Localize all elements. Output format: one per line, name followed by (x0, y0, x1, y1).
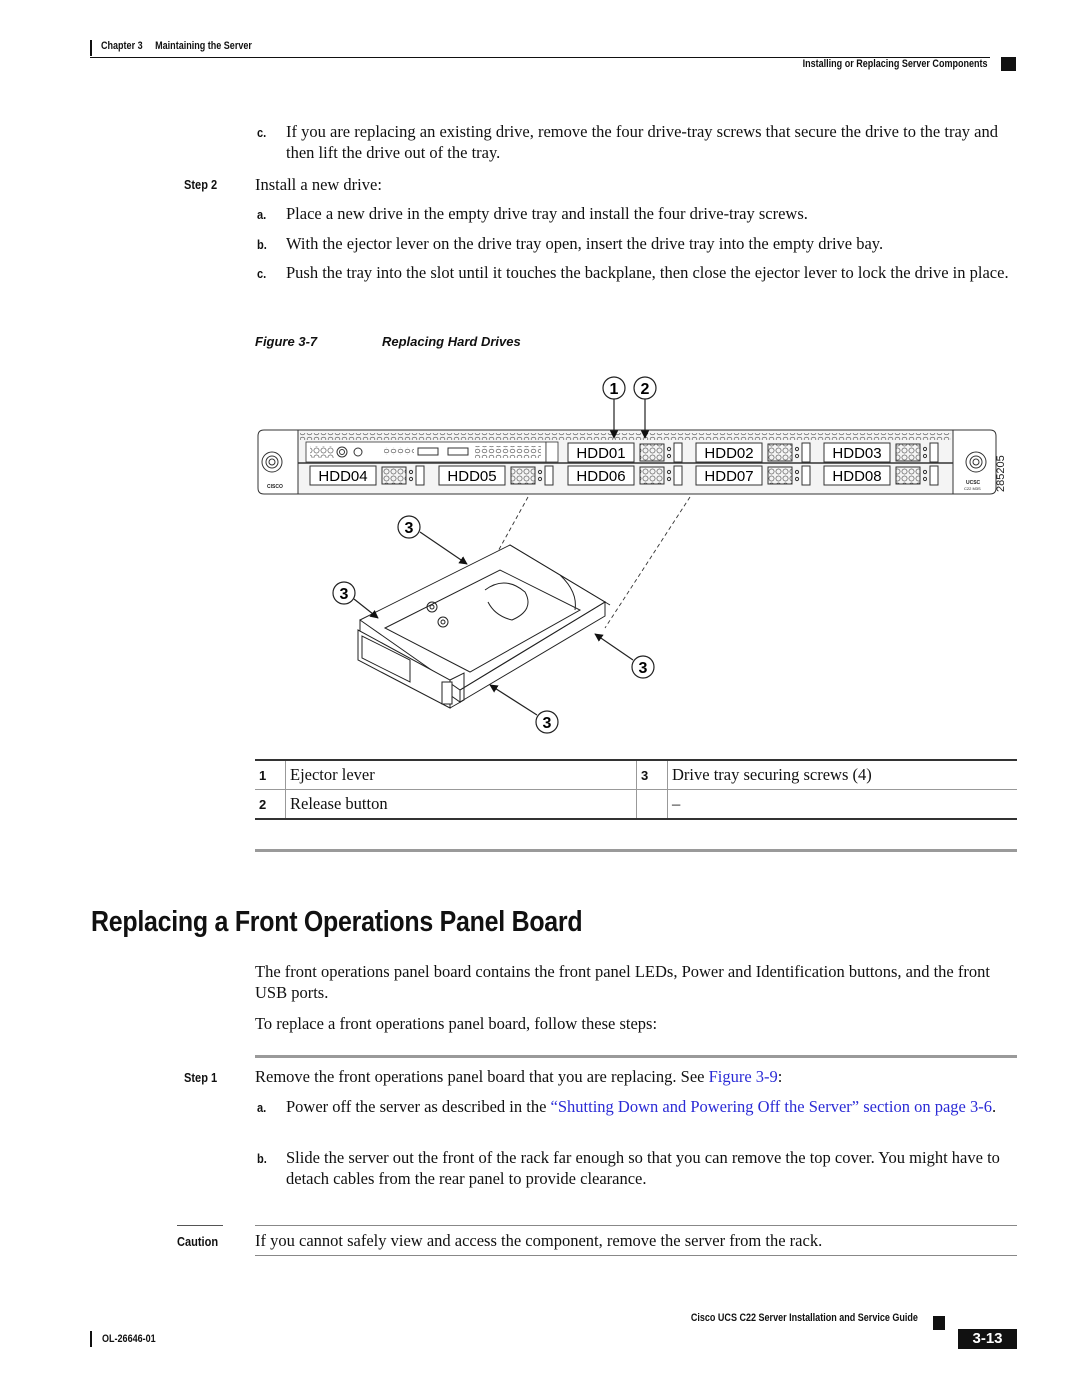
chapter-number: Chapter 3 (101, 40, 143, 52)
caution-label: Caution (177, 1234, 219, 1249)
callout-3b-number: 3 (340, 586, 349, 603)
footer-guide-title: Cisco UCS C22 Server Installation and Se… (690, 1312, 918, 1324)
substep-b-text: With the ejector lever on the drive tray… (286, 234, 884, 253)
substep-c2-text: Push the tray into the slot until it tou… (286, 263, 1009, 282)
callout-3-bottom: 3 (489, 684, 559, 734)
drive-bay-label: HDD07 (704, 468, 753, 485)
legend-description: Drive tray securing screws (4) (667, 759, 1017, 790)
section-intro: The front operations panel board contain… (255, 962, 990, 1002)
shutting-down-section-link[interactable]: “Shutting Down and Powering Off the Serv… (551, 1097, 992, 1116)
step-1-label: Step 1 (184, 1070, 218, 1085)
model-text: C22 M3S (964, 486, 981, 491)
drive-bay-label: HDD06 (576, 468, 625, 485)
callout-3c-number: 3 (639, 660, 648, 677)
callout-2-number: 2 (641, 381, 650, 398)
caution-top-rule (255, 1225, 1017, 1226)
callout-3d-number: 3 (543, 715, 552, 732)
step-1-body: Remove the front operations panel board … (255, 1067, 709, 1086)
header-left-bar (90, 40, 92, 56)
footer-doc-id: OL-26646-01 (102, 1333, 156, 1345)
callout-3-top: 3 (397, 515, 468, 565)
substep-a2-text: Power off the server as described in the… (286, 1096, 1021, 1117)
running-header-section: Installing or Replacing Server Component… (803, 58, 988, 70)
footer-left-bar (90, 1331, 92, 1347)
drive-bay-label: HDD01 (576, 445, 625, 462)
steps-divider (255, 1055, 1017, 1058)
hard-drive-tray-illustration (357, 544, 611, 709)
caution-text: If you cannot safely view and access the… (255, 1231, 823, 1250)
substep-a2-label: a. (257, 1100, 267, 1115)
header-marker (1001, 57, 1016, 71)
legend-number (636, 789, 668, 820)
substep-b-label: b. (257, 237, 267, 252)
legend-row: 1 Ejector lever 3 Drive tray securing sc… (255, 759, 1017, 790)
section-divider (255, 849, 1017, 852)
server-front-panel: HDD01 HDD02 HDD03 HDD04 HDD05 HDD06 HDD07 HDD08 (257, 429, 997, 495)
drive-bay-label: HDD03 (832, 445, 881, 462)
substep-a-text: Place a new drive in the empty drive tra… (286, 204, 808, 223)
legend-number: 3 (636, 759, 668, 790)
substep-c-label: c. (257, 125, 267, 140)
substep-c-text: If you are replacing an existing drive, … (286, 122, 998, 162)
figure-title: Replacing Hard Drives (382, 334, 521, 349)
section-lead: To replace a front operations panel boar… (255, 1014, 658, 1033)
chapter-title: Maintaining the Server (155, 40, 252, 52)
substep-a-label: a. (257, 207, 267, 222)
substep-b2-text: Slide the server out the front of the ra… (286, 1148, 1000, 1188)
drive-bay-label: HDD02 (704, 445, 753, 462)
page-number: 3-13 (958, 1329, 1017, 1349)
step-2-label: Step 2 (184, 177, 218, 192)
drive-bay-label: HDD04 (318, 468, 367, 485)
drive-bay-label: HDD08 (832, 468, 881, 485)
figure-id: 285205 (995, 455, 1007, 492)
legend-description: Release button (285, 789, 637, 820)
caution-bottom-rule (255, 1255, 1017, 1256)
legend-number: 2 (255, 789, 286, 820)
callout-3-left: 3 (332, 581, 379, 619)
section-heading: Replacing a Front Operations Panel Board (91, 906, 583, 938)
drive-bay-label: HDD05 (447, 468, 496, 485)
step-1-tail: : (777, 1067, 783, 1086)
replacing-hard-drives-figure: HDD01 HDD02 HDD03 HDD04 HDD05 HDD06 HDD07 HDD08… (257, 376, 1007, 734)
legend-row: 2 Release button – (255, 789, 1017, 820)
substep-c2-label: c. (257, 266, 267, 281)
footer-marker (933, 1316, 945, 1330)
figure-legend-table: 1 Ejector lever 3 Drive tray securing sc… (255, 759, 1017, 820)
step-2-text: Install a new drive: (255, 175, 382, 194)
legend-description: – (667, 789, 1017, 820)
caution-label-rule (177, 1225, 223, 1226)
figure-number: Figure 3-7 (255, 334, 318, 349)
callout-2: 2 (633, 376, 657, 439)
legend-description: Ejector lever (285, 759, 637, 790)
legend-number: 1 (255, 759, 286, 790)
substep-a2-body: Power off the server as described in the (286, 1097, 551, 1116)
step-1-text: Remove the front operations panel board … (255, 1066, 1025, 1087)
cisco-logo-text: CISCO (267, 484, 283, 490)
figure-3-9-link[interactable]: Figure 3-9 (709, 1067, 778, 1086)
running-header-chapter: Chapter 3 Maintaining the Server (101, 40, 252, 52)
substep-a2-tail: . (991, 1097, 997, 1116)
callout-1: 1 (602, 376, 626, 439)
callout-3a-number: 3 (405, 520, 414, 537)
callout-3-right: 3 (594, 633, 655, 679)
substep-b2-label: b. (257, 1151, 267, 1166)
callout-1-number: 1 (610, 381, 619, 398)
